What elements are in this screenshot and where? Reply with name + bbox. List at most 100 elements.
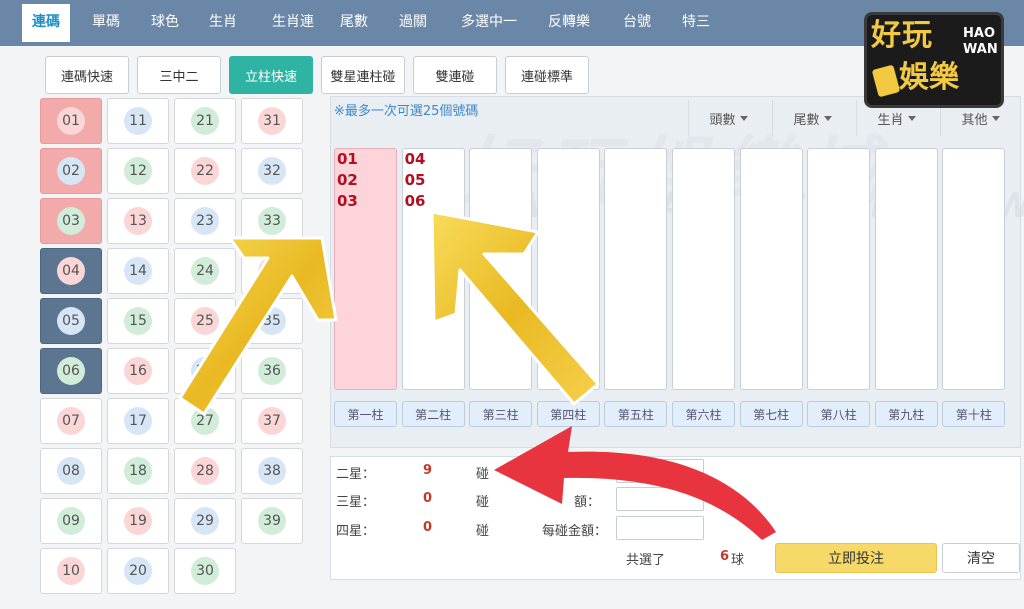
number-cell[interactable]: 16 bbox=[107, 348, 169, 394]
mode-button[interactable]: 三中二 bbox=[137, 56, 221, 94]
number-ball: 28 bbox=[191, 457, 219, 485]
amount-input-4[interactable] bbox=[616, 516, 704, 540]
column-box[interactable] bbox=[739, 148, 803, 390]
column-select-button[interactable]: 第二柱 bbox=[401, 401, 465, 427]
column-select-button[interactable]: 第六柱 bbox=[672, 401, 735, 427]
column-box[interactable] bbox=[604, 148, 668, 390]
number-cell[interactable]: 12 bbox=[107, 148, 169, 194]
number-cell[interactable]: 01 bbox=[40, 98, 102, 144]
mode-button[interactable]: 連碼快速 bbox=[45, 56, 129, 94]
nav-tab[interactable]: 多選中一 bbox=[450, 0, 528, 46]
amount-input-3[interactable] bbox=[616, 487, 704, 511]
column-box[interactable] bbox=[536, 148, 600, 390]
number-cell[interactable]: 17 bbox=[107, 398, 169, 444]
number-cell[interactable]: 38 bbox=[241, 448, 303, 494]
number-cell[interactable]: 37 bbox=[241, 398, 303, 444]
number-ball: 04 bbox=[57, 257, 85, 285]
nav-tab[interactable]: 特三 bbox=[670, 0, 722, 46]
number-ball: 34 bbox=[258, 257, 286, 285]
nav-tab[interactable]: 生肖連 bbox=[258, 0, 328, 46]
number-ball: 02 bbox=[57, 157, 85, 185]
number-cell[interactable]: 34 bbox=[241, 248, 303, 294]
column-box[interactable] bbox=[672, 148, 735, 390]
number-cell[interactable]: 25 bbox=[174, 298, 236, 344]
nav-tab[interactable]: 過關 bbox=[388, 0, 438, 46]
number-cell[interactable]: 04 bbox=[40, 248, 102, 294]
column-select-button[interactable]: 第三柱 bbox=[469, 401, 533, 427]
number-cell[interactable]: 26 bbox=[174, 348, 236, 394]
column-select-button[interactable]: 第九柱 bbox=[874, 401, 938, 427]
number-cell[interactable]: 02 bbox=[40, 148, 102, 194]
mode-button[interactable]: 雙連碰 bbox=[413, 56, 497, 94]
column-select-button[interactable]: 第一柱 bbox=[334, 401, 397, 427]
column-box[interactable] bbox=[874, 148, 938, 390]
number-cell[interactable]: 03 bbox=[40, 198, 102, 244]
number-cell[interactable]: 10 bbox=[40, 548, 102, 594]
number-cell[interactable]: 33 bbox=[241, 198, 303, 244]
number-cell[interactable]: 24 bbox=[174, 248, 236, 294]
number-cell[interactable]: 13 bbox=[107, 198, 169, 244]
number-cell[interactable]: 29 bbox=[174, 498, 236, 544]
column-box[interactable] bbox=[807, 148, 871, 390]
number-cell[interactable]: 05 bbox=[40, 298, 102, 344]
number-cell[interactable]: 19 bbox=[107, 498, 169, 544]
amount-input-2[interactable] bbox=[616, 459, 704, 483]
number-cell[interactable]: 06 bbox=[40, 348, 102, 394]
number-ball: 11 bbox=[124, 107, 152, 135]
column-select-button[interactable]: 第五柱 bbox=[604, 401, 668, 427]
column-box[interactable]: 04 05 06 bbox=[401, 148, 465, 390]
number-cell[interactable]: 15 bbox=[107, 298, 169, 344]
number-cell[interactable]: 14 bbox=[107, 248, 169, 294]
column-select-button[interactable]: 第十柱 bbox=[942, 401, 1006, 427]
number-ball: 05 bbox=[57, 307, 85, 335]
mode-button[interactable]: 立柱快速 bbox=[229, 56, 313, 94]
number-cell[interactable]: 08 bbox=[40, 448, 102, 494]
column-box[interactable] bbox=[942, 148, 1006, 390]
column-box[interactable]: 01 02 03 bbox=[334, 148, 397, 390]
number-cell[interactable]: 30 bbox=[174, 548, 236, 594]
number-cell[interactable]: 20 bbox=[107, 548, 169, 594]
column-select-button[interactable]: 第七柱 bbox=[739, 401, 803, 427]
column-select-button[interactable]: 第四柱 bbox=[536, 401, 600, 427]
number-cell[interactable]: 23 bbox=[174, 198, 236, 244]
number-cell[interactable]: 39 bbox=[241, 498, 303, 544]
number-ball: 06 bbox=[57, 357, 85, 385]
nav-tab[interactable]: 球色 bbox=[140, 0, 190, 46]
nav-tab[interactable]: 台號 bbox=[612, 0, 662, 46]
column-select-button[interactable]: 第八柱 bbox=[807, 401, 871, 427]
nav-tab[interactable]: 生肖 bbox=[198, 0, 248, 46]
logo-text: 好玩 bbox=[871, 18, 933, 53]
nav-tab[interactable]: 連碼 bbox=[22, 4, 70, 42]
number-cell[interactable]: 27 bbox=[174, 398, 236, 444]
column-box[interactable] bbox=[469, 148, 533, 390]
number-ball: 01 bbox=[57, 107, 85, 135]
clear-button[interactable]: 清空 bbox=[942, 543, 1020, 573]
number-cell[interactable]: 36 bbox=[241, 348, 303, 394]
number-cell[interactable]: 28 bbox=[174, 448, 236, 494]
number-ball: 17 bbox=[124, 407, 152, 435]
number-ball: 36 bbox=[258, 357, 286, 385]
number-cell[interactable]: 11 bbox=[107, 98, 169, 144]
row-unit: 碰 bbox=[476, 495, 490, 510]
mode-button[interactable]: 連碰標準 bbox=[505, 56, 589, 94]
number-cell[interactable]: 21 bbox=[174, 98, 236, 144]
cards-icon bbox=[871, 64, 901, 98]
logo-en: HAO bbox=[963, 26, 995, 41]
number-cell[interactable]: 31 bbox=[241, 98, 303, 144]
number-ball: 29 bbox=[191, 507, 219, 535]
number-ball: 31 bbox=[258, 107, 286, 135]
nav-tab[interactable]: 尾數 bbox=[330, 0, 378, 46]
nav-tab[interactable]: 單碼 bbox=[80, 0, 132, 46]
nav-tab[interactable]: 反轉樂 bbox=[538, 0, 600, 46]
number-cell[interactable]: 22 bbox=[174, 148, 236, 194]
number-cell[interactable]: 07 bbox=[40, 398, 102, 444]
number-cell[interactable]: 32 bbox=[241, 148, 303, 194]
number-ball: 14 bbox=[124, 257, 152, 285]
submit-bet-button[interactable]: 立即投注 bbox=[775, 543, 937, 573]
row-label: 三星： bbox=[336, 495, 376, 510]
number-cell[interactable]: 09 bbox=[40, 498, 102, 544]
mode-button[interactable]: 雙星連柱碰 bbox=[321, 56, 405, 94]
number-cell[interactable]: 35 bbox=[241, 298, 303, 344]
amount-label: 額： bbox=[574, 495, 601, 510]
number-cell[interactable]: 18 bbox=[107, 448, 169, 494]
